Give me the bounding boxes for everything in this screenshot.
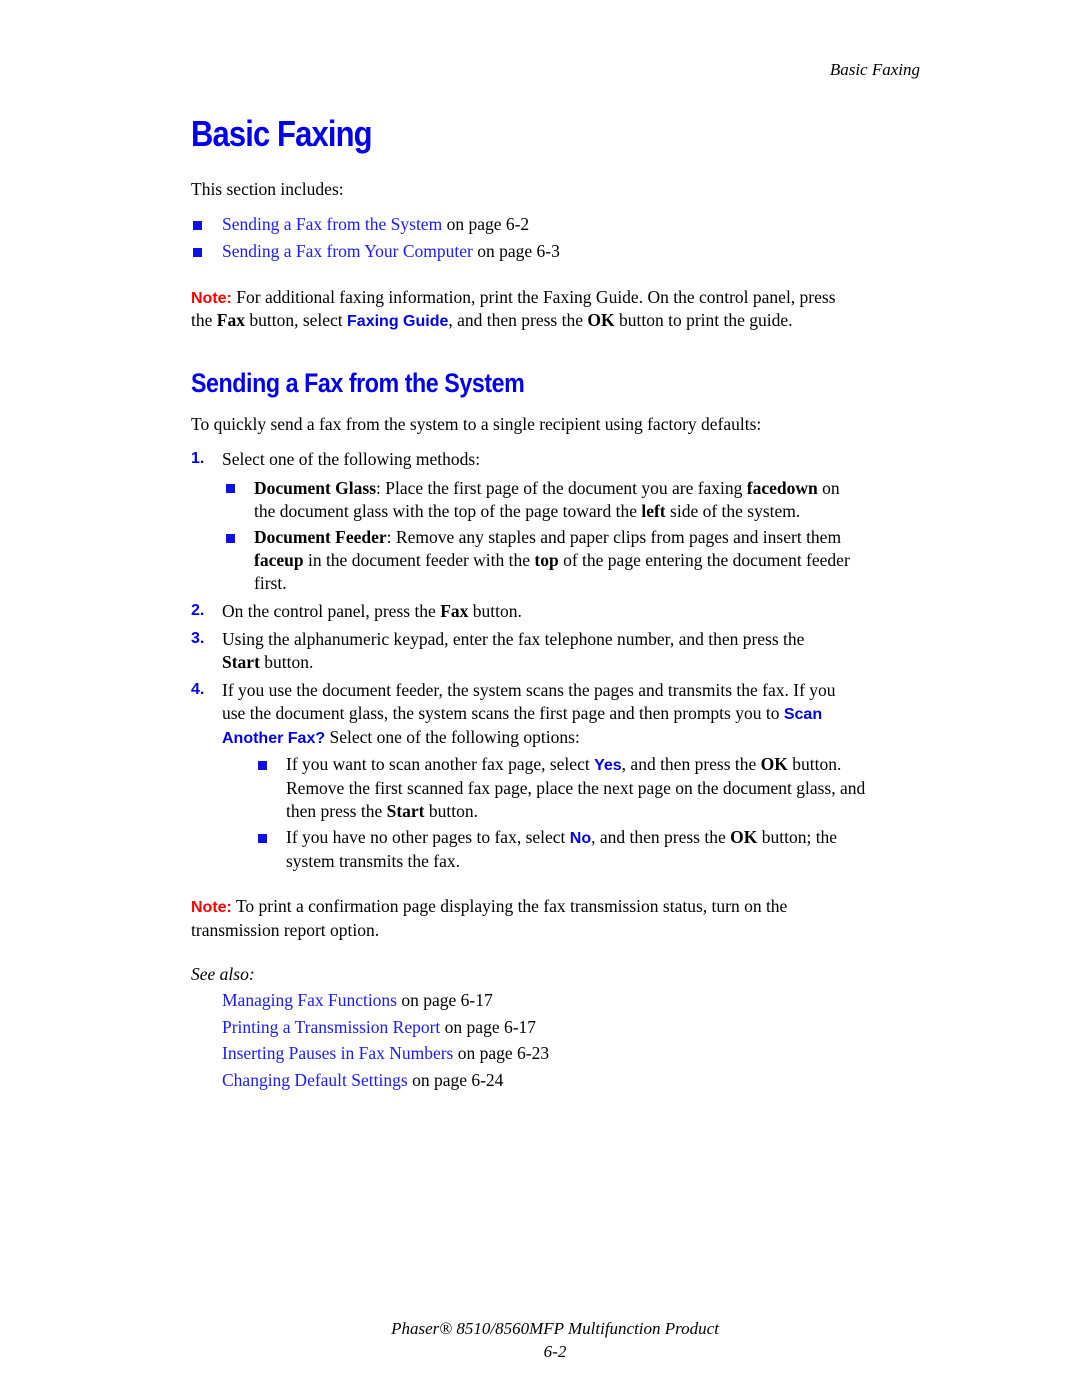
link-printing-transmission-report[interactable]: Printing a Transmission Report xyxy=(222,1017,440,1037)
option-yes: If you want to scan another fax page, se… xyxy=(286,754,866,821)
bullet-icon xyxy=(193,248,202,257)
footer-page-number: 6-2 xyxy=(543,1342,567,1361)
ok-button-ref: OK xyxy=(587,310,615,330)
note-label: Note: xyxy=(191,290,232,307)
step-3-text: Using the alphanumeric keypad, enter the… xyxy=(222,629,805,672)
section-heading: Sending a Fax from the System xyxy=(191,368,525,398)
step-number: 3. xyxy=(191,630,205,647)
toc-link-sending-from-system[interactable]: Sending a Fax from the System xyxy=(222,214,442,234)
step-2-text: On the control panel, press the Fax butt… xyxy=(222,601,522,621)
fax-button-ref: Fax xyxy=(216,310,245,330)
see-also-item: Managing Fax Functions on page 6-17 xyxy=(222,990,493,1010)
note-text: the xyxy=(191,310,217,330)
page-title: Basic Faxing xyxy=(191,113,373,154)
toc-item: Sending a Fax from the System on page 6-… xyxy=(222,213,529,236)
faxing-guide-option: Faxing Guide xyxy=(347,313,449,330)
step-number: 4. xyxy=(191,681,205,698)
bullet-icon xyxy=(193,221,202,230)
step-number: 1. xyxy=(191,450,205,467)
method-document-feeder: Document Feeder: Remove any staples and … xyxy=(254,527,850,593)
toc-page-ref: on page 6-3 xyxy=(472,241,560,261)
bullet-icon xyxy=(226,534,235,543)
running-header: Basic Faxing xyxy=(829,60,920,79)
scan-prompt-ref: Scan xyxy=(783,706,823,723)
note-text: button to print the guide. xyxy=(614,310,793,330)
note-text: , and then press the xyxy=(448,310,588,330)
yes-option-ref: Yes xyxy=(594,757,622,774)
bullet-icon xyxy=(258,834,267,843)
method-document-glass: Document Glass: Place the first page of … xyxy=(254,478,840,521)
see-also-item: Changing Default Settings on page 6-24 xyxy=(222,1070,504,1090)
link-managing-fax-functions[interactable]: Managing Fax Functions xyxy=(222,990,397,1010)
see-also-label: See also: xyxy=(191,964,255,984)
note-confirmation: Note: To print a confirmation page displ… xyxy=(191,896,788,940)
step-4-text: If you use the document feeder, the syst… xyxy=(222,680,836,747)
note-label: Note: xyxy=(191,899,232,916)
link-changing-default-settings[interactable]: Changing Default Settings xyxy=(222,1070,408,1090)
bullet-icon xyxy=(258,761,267,770)
option-no: If you have no other pages to fax, selec… xyxy=(286,827,838,871)
toc-page-ref: on page 6-2 xyxy=(442,214,530,234)
see-also-item: Inserting Pauses in Fax Numbers on page … xyxy=(222,1043,550,1063)
scan-prompt-ref: Another Fax? xyxy=(222,730,326,747)
footer-product: Phaser® 8510/8560MFP Multifunction Produ… xyxy=(391,1319,719,1338)
step-number: 2. xyxy=(191,602,205,619)
bullet-icon xyxy=(226,484,235,493)
step-1-text: Select one of the following methods: xyxy=(222,449,481,469)
toc-item: Sending a Fax from Your Computer on page… xyxy=(222,240,560,263)
link-inserting-pauses[interactable]: Inserting Pauses in Fax Numbers xyxy=(222,1043,453,1063)
section-lead: To quickly send a fax from the system to… xyxy=(191,414,762,434)
note-text: For additional faxing information, print… xyxy=(231,287,836,307)
intro-text: This section includes: xyxy=(191,179,344,199)
see-also-item: Printing a Transmission Report on page 6… xyxy=(222,1017,537,1037)
toc-link-sending-from-computer[interactable]: Sending a Fax from Your Computer xyxy=(222,241,473,261)
no-option-ref: No xyxy=(569,830,592,847)
note-text: button, select xyxy=(244,310,348,330)
